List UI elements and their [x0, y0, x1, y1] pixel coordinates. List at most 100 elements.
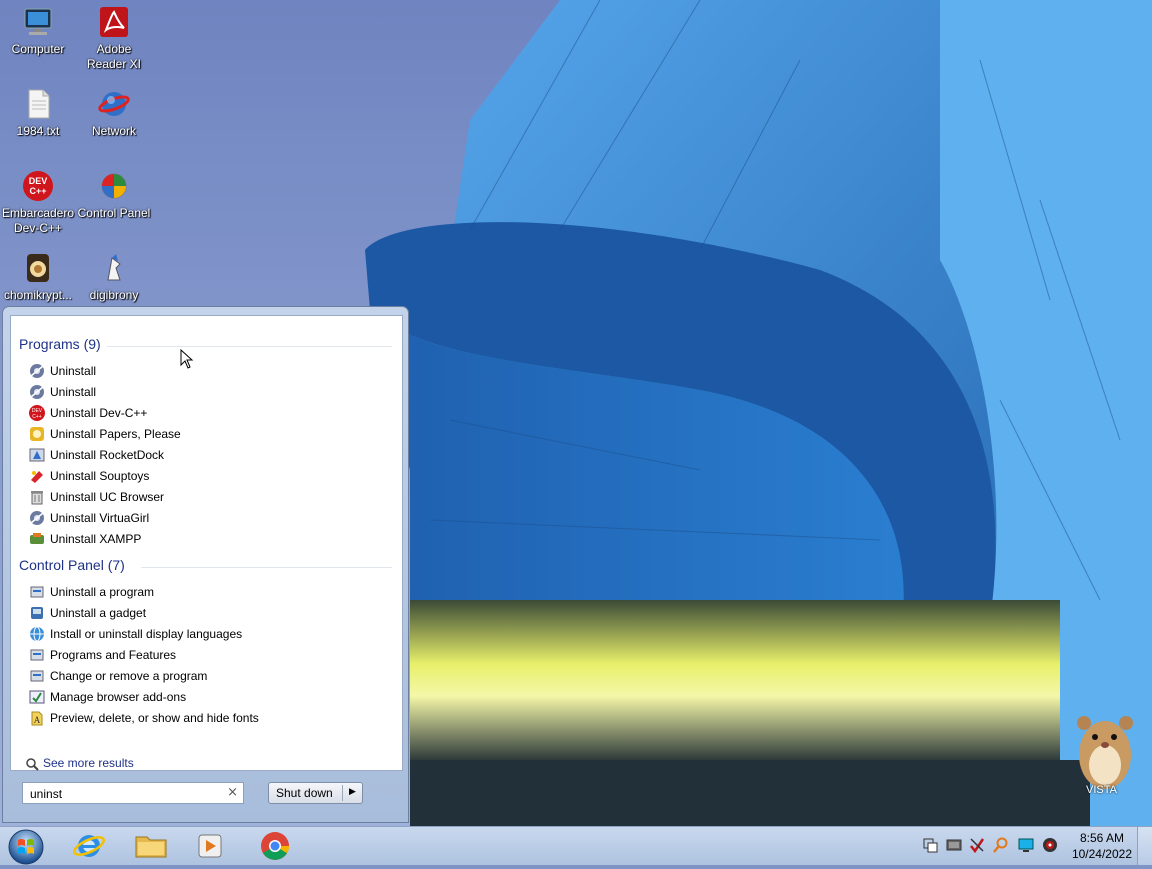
text-file-icon — [22, 88, 54, 120]
tray-windows-icon[interactable] — [922, 837, 938, 853]
computer-icon — [22, 6, 54, 38]
xampp-icon — [29, 531, 45, 547]
ie-icon — [73, 835, 105, 857]
gadget-icon — [29, 605, 45, 621]
start-button[interactable] — [0, 828, 54, 865]
mouse-cursor-icon — [180, 349, 194, 369]
result-label: Uninstall RocketDock — [50, 448, 165, 462]
chrome-icon — [261, 832, 289, 860]
result-label: Uninstall a gadget — [50, 606, 147, 620]
see-more-label: See more results — [43, 756, 134, 770]
desktop-icon-devcpp[interactable]: DEV C++ Embarcadero Dev-C++ — [0, 170, 76, 236]
result-uninstall-papers-please[interactable]: Uninstall Papers, Please — [29, 424, 181, 445]
result-uninstall-xampp[interactable]: Uninstall XAMPP — [29, 529, 141, 550]
clear-search-icon[interactable]: × — [227, 785, 238, 800]
result-uninstall-souptoys[interactable]: Uninstall Souptoys — [29, 466, 149, 487]
result-uninstall-rocketdock[interactable]: Uninstall RocketDock — [29, 445, 164, 466]
result-label: Uninstall Dev-C++ — [50, 406, 148, 420]
result-manage-browser-addons[interactable]: Manage browser add-ons — [29, 687, 186, 708]
clock-date: 10/24/2022 — [1071, 847, 1132, 861]
desktop-icon-label: 1984.txt — [16, 124, 60, 138]
search-input[interactable] — [28, 784, 222, 804]
shutdown-button[interactable]: Shut down ▶ — [268, 782, 363, 804]
result-change-or-remove-program[interactable]: Change or remove a program — [29, 666, 207, 687]
result-label: Preview, delete, or show and hide fonts — [50, 711, 259, 725]
chomikrypt-icon — [22, 252, 54, 284]
desktop-icon-chomikrypt[interactable]: chomikrypt... — [0, 252, 76, 303]
search-icon — [25, 757, 39, 771]
group-divider — [107, 346, 392, 347]
result-label: Uninstall UC Browser — [50, 490, 165, 504]
taskbar-media-player[interactable] — [184, 828, 238, 864]
devcpp-icon: DEV C++ — [22, 170, 54, 202]
desktop-icon-network[interactable]: Network — [76, 88, 152, 139]
result-label: Uninstall — [50, 385, 97, 399]
programs-group-header[interactable]: Programs (9) — [19, 336, 101, 352]
result-uninstall-2[interactable]: Uninstall — [29, 382, 96, 403]
programs-icon — [29, 647, 45, 663]
hamster-gadget[interactable] — [1070, 705, 1140, 795]
result-label: Uninstall a program — [50, 585, 155, 599]
taskbar-file-explorer[interactable] — [124, 828, 178, 864]
result-uninstall-a-program[interactable]: Uninstall a program — [29, 582, 154, 603]
desktop-icon-label: digibrony — [89, 288, 139, 302]
desktop-icon-label: Control Panel — [77, 206, 151, 220]
result-uninstall-a-gadget[interactable]: Uninstall a gadget — [29, 603, 146, 624]
result-label: Uninstall VirtuaGirl — [50, 511, 150, 525]
shutdown-separator — [342, 785, 343, 801]
result-fonts[interactable]: A Preview, delete, or show and hide fonts — [29, 708, 259, 729]
desktop-icon-label: Computer — [11, 42, 65, 56]
tray-keyboard-icon[interactable] — [946, 837, 962, 853]
globe-icon — [29, 626, 45, 642]
desktop-icon-computer[interactable]: Computer — [0, 6, 76, 57]
shutdown-options-arrow-icon[interactable]: ▶ — [349, 786, 356, 797]
papers-please-icon — [29, 426, 45, 442]
shutdown-label: Shut down — [276, 786, 333, 800]
start-menu: Programs (9) Uninstall Uninstall DEV C++ U… — [2, 306, 409, 823]
result-label: Uninstall Papers, Please — [50, 427, 181, 441]
programs-icon — [29, 584, 45, 600]
show-desktop-button[interactable] — [1137, 827, 1152, 865]
taskbar-internet-explorer[interactable] — [62, 828, 116, 864]
tray-search-icon[interactable] — [993, 837, 1009, 853]
media-player-icon — [198, 834, 222, 858]
desktop-icon-adobe-reader[interactable]: Adobe Reader XI — [76, 6, 152, 72]
desktop-watermark: VISTA — [1086, 784, 1117, 796]
result-label: Install or uninstall display languages — [50, 627, 243, 641]
result-uninstall-virtuagirl[interactable]: Uninstall VirtuaGirl — [29, 508, 149, 529]
tray-volume-icon[interactable] — [1042, 837, 1058, 853]
control-panel-icon — [98, 170, 130, 202]
tray-display-icon[interactable] — [1018, 837, 1034, 853]
taskbar-chrome[interactable] — [248, 828, 302, 864]
desktop-icon-digibrony[interactable]: digibrony — [76, 252, 152, 303]
desktop-icon-label: Adobe Reader XI — [86, 42, 142, 71]
uninstall-generic-icon — [29, 384, 45, 400]
result-label: Uninstall — [50, 364, 97, 378]
group-divider — [141, 567, 392, 568]
search-results-pane: Programs (9) Uninstall Uninstall DEV C++ U… — [10, 315, 403, 771]
tray-clock[interactable]: 8:56 AM 10/24/2022 — [1072, 830, 1132, 862]
taskbar: 8:56 AM 10/24/2022 — [0, 826, 1152, 865]
desktop-icon-label: Network — [91, 124, 136, 138]
svg-text:C++: C++ — [32, 414, 42, 420]
result-display-languages[interactable]: Install or uninstall display languages — [29, 624, 242, 645]
digibrony-icon — [98, 252, 130, 284]
souptoys-icon — [29, 468, 45, 484]
result-uninstall-devcpp[interactable]: DEV C++ Uninstall Dev-C++ — [29, 403, 147, 424]
start-search-box[interactable]: × — [22, 782, 244, 804]
windows-orb-icon — [8, 829, 44, 865]
svg-text:C++: C++ — [29, 186, 46, 196]
result-uninstall-uc-browser[interactable]: Uninstall UC Browser — [29, 487, 164, 508]
see-more-results-link[interactable]: See more results — [25, 756, 134, 771]
uninstall-generic-icon — [29, 363, 45, 379]
svg-text:DEV: DEV — [29, 176, 48, 186]
tray-security-icon[interactable] — [969, 837, 985, 853]
desktop-icon-label: Embarcadero Dev-C++ — [1, 206, 75, 235]
desktop-icon-1984-txt[interactable]: 1984.txt — [0, 88, 76, 139]
control-panel-group-header[interactable]: Control Panel (7) — [19, 557, 125, 573]
devcpp-icon: DEV C++ — [29, 404, 45, 421]
result-label: Manage browser add-ons — [50, 690, 187, 704]
result-programs-and-features[interactable]: Programs and Features — [29, 645, 176, 666]
desktop-icon-control-panel[interactable]: Control Panel — [76, 170, 152, 221]
result-uninstall-1[interactable]: Uninstall — [29, 361, 96, 382]
